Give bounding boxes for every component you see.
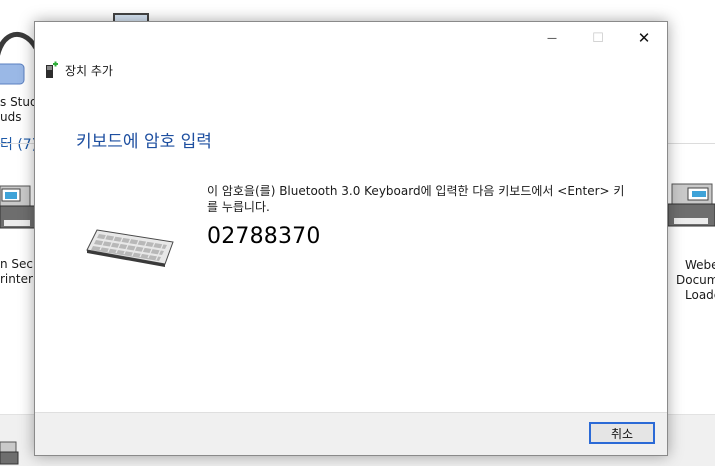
dialog-header: 장치 추가 — [45, 60, 113, 80]
cancel-button[interactable]: 취소 — [589, 422, 655, 444]
printers-section-header[interactable]: 터 (7) — [0, 134, 37, 154]
section-divider — [0, 143, 34, 144]
add-device-icon — [46, 61, 58, 78]
minimize-button[interactable]: — — [529, 22, 575, 54]
printer-device-icon[interactable] — [0, 438, 20, 465]
title-bar: — ☐ ✕ — [35, 22, 667, 54]
minimize-icon: — — [547, 32, 557, 44]
pairing-pin: 02788370 — [207, 224, 321, 249]
device-label[interactable]: Loade — [685, 288, 715, 303]
device-label[interactable]: rinter — [0, 272, 33, 287]
printer-device-icon[interactable] — [666, 180, 715, 240]
section-divider — [666, 143, 715, 144]
device-label[interactable]: Docum — [676, 273, 715, 288]
keyboard-icon — [86, 229, 174, 267]
device-label[interactable]: Webe — [685, 258, 715, 273]
device-label[interactable]: uds — [0, 110, 21, 125]
printer-device-icon[interactable] — [0, 180, 36, 240]
add-device-dialog: — ☐ ✕ 장치 추가 키보드에 암호 입력 이 암호을(를) Bluetoot… — [34, 21, 668, 456]
maximize-icon: ☐ — [592, 30, 604, 46]
close-button[interactable]: ✕ — [621, 22, 667, 54]
dialog-footer: 취소 — [35, 412, 667, 455]
close-icon: ✕ — [637, 29, 651, 47]
dialog-title: 장치 추가 — [65, 63, 113, 78]
maximize-button[interactable]: ☐ — [575, 22, 621, 54]
pairing-instruction: 이 암호을(를) Bluetooth 3.0 Keyboard에 입력한 다음 … — [207, 184, 625, 214]
page-title: 키보드에 암호 입력 — [76, 132, 212, 152]
